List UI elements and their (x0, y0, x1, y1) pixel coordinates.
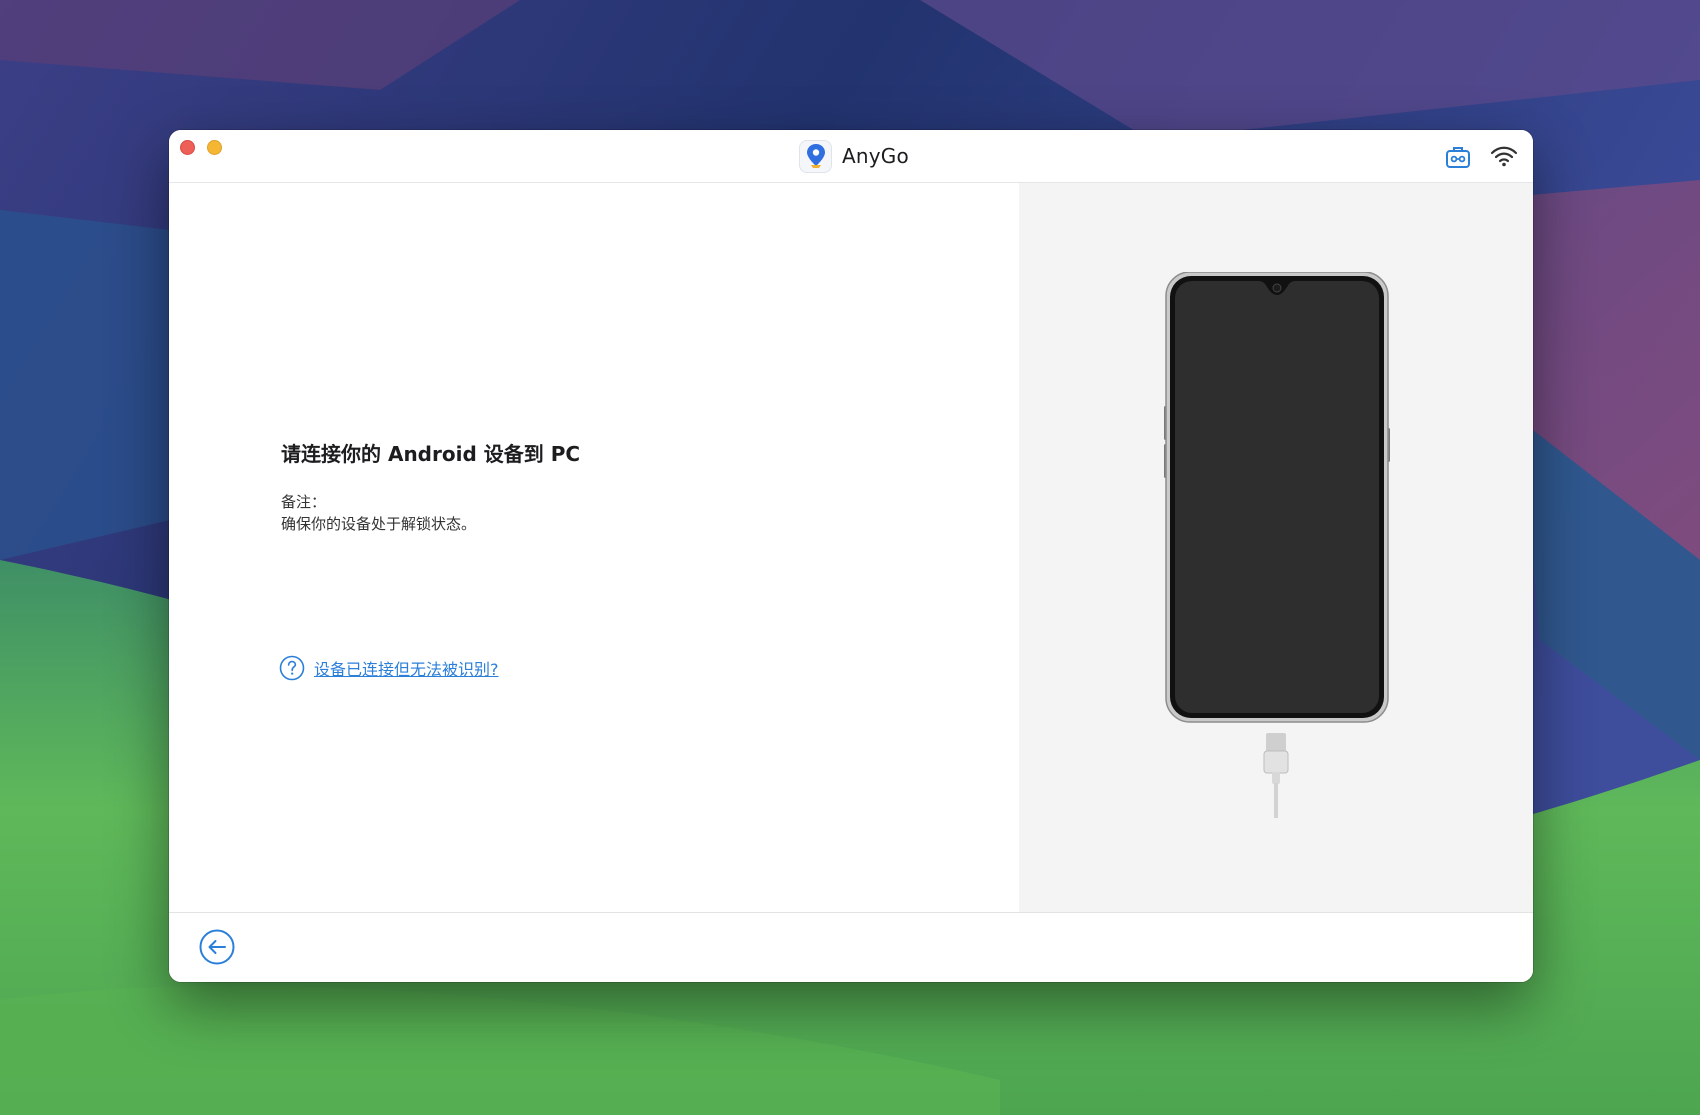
help-link-label[interactable]: 设备已连接但无法被识别? (314, 656, 499, 680)
note-text: 确保你的设备处于解锁状态。 (281, 515, 477, 533)
android-phone-illustration (1164, 271, 1394, 826)
wifi-icon[interactable] (1489, 144, 1519, 168)
page-title: 请连接你的 Android 设备到 PC (281, 442, 581, 466)
app-title: AnyGo (799, 139, 909, 173)
question-circle-icon (279, 655, 305, 681)
minimize-window-button[interactable] (207, 140, 222, 155)
anygo-logo-icon (799, 139, 832, 173)
arrow-left-circle-icon (199, 929, 235, 965)
close-window-button[interactable] (180, 140, 195, 155)
note-label: 备注： (281, 493, 327, 511)
app-name: AnyGo (842, 144, 909, 168)
toolbox-icon[interactable] (1444, 144, 1472, 170)
title-bar: AnyGo (169, 130, 1533, 183)
footer-bar (169, 912, 1533, 982)
back-button[interactable] (199, 929, 235, 965)
device-not-recognized-link[interactable]: 设备已连接但无法被识别? (279, 655, 499, 681)
instruction-panel: 请连接你的 Android 设备到 PC 备注： 确保你的设备处于解锁状态。 设… (169, 183, 1019, 912)
